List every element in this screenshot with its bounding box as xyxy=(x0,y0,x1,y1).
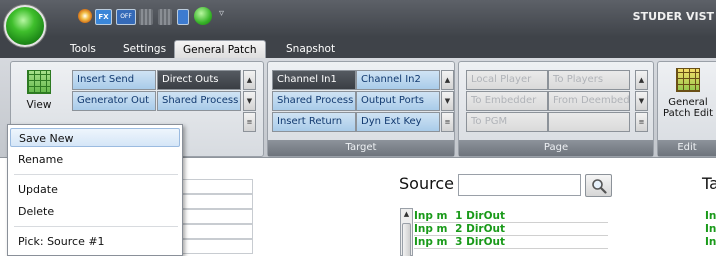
target-list-item[interactable]: In xyxy=(705,223,716,235)
page-scroll-more-button[interactable]: ≡ xyxy=(635,112,648,132)
off-icon[interactable]: OFF xyxy=(116,9,136,25)
menu-separator xyxy=(14,174,178,175)
view-button-label: View xyxy=(26,99,52,111)
status-dot-icon[interactable] xyxy=(194,7,212,25)
channel-in1-button[interactable]: Channel In1 xyxy=(272,70,356,90)
source-item-name: 3 DirOut xyxy=(455,236,506,248)
to-embedder-button[interactable]: To Embedder xyxy=(466,91,548,111)
menu-item-rename[interactable]: Rename xyxy=(10,150,180,169)
source-item-name: 2 DirOut xyxy=(455,223,506,235)
general-patch-edit-button[interactable]: General Patch Edit xyxy=(661,68,715,119)
menu-item-delete[interactable]: Delete xyxy=(10,202,180,221)
dyn-ext-key-button[interactable]: Dyn Ext Key xyxy=(356,112,440,132)
channel-in2-button[interactable]: Channel In2 xyxy=(356,70,440,90)
source-item-prefix: Inp m xyxy=(414,210,448,222)
title-bar: FX OFF ▿ STUDER VIST xyxy=(0,0,716,36)
scroll-down-button[interactable]: ▼ xyxy=(243,91,256,111)
grid-icon[interactable] xyxy=(139,9,153,25)
scroll-thumb[interactable] xyxy=(402,223,411,256)
list-row-left xyxy=(183,194,253,209)
general-patch-edit-label: General Patch Edit xyxy=(662,97,713,119)
window-title: STUDER VIST xyxy=(632,10,714,23)
target-scroll-down-button[interactable]: ▼ xyxy=(441,91,454,111)
target-scroll-more-button[interactable]: ≡ xyxy=(441,112,454,132)
source-label: Source xyxy=(399,174,454,193)
list-row-left xyxy=(183,179,253,194)
tab-tools[interactable]: Tools xyxy=(62,40,104,58)
from-deembedder-button[interactable]: From Deembedder xyxy=(548,91,630,111)
source-search-input[interactable] xyxy=(458,174,581,196)
fx-icon[interactable]: FX xyxy=(95,9,112,25)
list-row-left xyxy=(183,224,253,239)
source-item-prefix: Inp m xyxy=(414,236,448,248)
target-label: Ta xyxy=(702,174,716,193)
target-list-item[interactable]: In xyxy=(705,236,716,248)
menu-item-pick-source[interactable]: Pick: Source #1 xyxy=(10,232,180,251)
app-window: { "window": {"title": "STUDER VIST"}, "q… xyxy=(0,0,716,256)
shared-process-button[interactable]: Shared Process xyxy=(157,91,241,111)
application-orb-button[interactable] xyxy=(4,5,46,47)
local-player-button[interactable]: Local Player xyxy=(466,70,548,90)
edit-group-label: Edit xyxy=(658,140,716,156)
source-list-scrollbar[interactable]: ▲ xyxy=(400,208,413,256)
insert-return-button[interactable]: Insert Return xyxy=(272,112,356,132)
view-dropdown-menu: Save New Rename Update Delete Pick: Sour… xyxy=(7,124,183,256)
target-group-label: Target xyxy=(268,140,454,156)
scroll-up-arrow-icon[interactable]: ▲ xyxy=(401,210,412,218)
ribbon-tabs: Tools Settings General Patch Snapshot xyxy=(0,36,716,58)
page-scroll-down-button[interactable]: ▼ xyxy=(635,91,648,111)
source-list-item[interactable]: Inp m 3 DirOut xyxy=(414,236,608,249)
target-scroll-up-button[interactable]: ▲ xyxy=(441,70,454,90)
source-list-item[interactable]: Inp m 1 DirOut xyxy=(414,210,608,223)
to-players-button[interactable]: To Players xyxy=(548,70,630,90)
direct-outs-button[interactable]: Direct Outs xyxy=(157,70,241,90)
source-list-item[interactable]: Inp m 2 DirOut xyxy=(414,223,608,236)
ribbon-group-target: Channel In1 Channel In2 Shared Process O… xyxy=(267,61,455,157)
tab-general-patch[interactable]: General Patch xyxy=(174,40,266,58)
target-list-item[interactable]: In xyxy=(705,210,716,222)
scroll-up-button[interactable]: ▲ xyxy=(243,70,256,90)
ribbon-group-edit: General Patch Edit Edit xyxy=(657,61,716,157)
search-button[interactable] xyxy=(585,174,612,197)
tab-settings[interactable]: Settings xyxy=(115,40,174,58)
insert-send-button[interactable]: Insert Send xyxy=(72,70,156,90)
list-icon[interactable] xyxy=(177,9,189,25)
generator-out-button[interactable]: Generator Out xyxy=(72,91,156,111)
output-ports-button[interactable]: Output Ports xyxy=(356,91,440,111)
menu-item-update[interactable]: Update xyxy=(10,180,180,199)
general-patch-edit-icon xyxy=(676,68,700,92)
menu-separator xyxy=(14,226,178,227)
list-row-left xyxy=(183,239,253,254)
dropdown-arrow-icon[interactable]: ▿ xyxy=(219,8,224,19)
shared-process-target-button[interactable]: Shared Process xyxy=(272,91,356,111)
view-button[interactable]: View xyxy=(13,70,65,111)
grid-icon-2[interactable] xyxy=(158,9,172,25)
to-pgm-button[interactable]: To PGM xyxy=(466,112,548,132)
page-scroll-up-button[interactable]: ▲ xyxy=(635,70,648,90)
source-item-name: 1 DirOut xyxy=(455,210,506,222)
source-item-prefix: Inp m xyxy=(414,223,448,235)
search-icon xyxy=(592,179,607,194)
page-group-label: Page xyxy=(459,140,653,156)
scroll-more-button[interactable]: ≡ xyxy=(243,112,256,132)
list-row-left xyxy=(183,209,253,224)
menu-item-save-new[interactable]: Save New xyxy=(10,128,180,147)
tab-snapshot[interactable]: Snapshot xyxy=(278,40,343,58)
empty-page-button[interactable] xyxy=(548,112,630,132)
ribbon-group-page: Local Player To Players To Embedder From… xyxy=(458,61,654,157)
gear-icon[interactable] xyxy=(78,9,92,23)
view-grid-icon xyxy=(27,70,51,94)
